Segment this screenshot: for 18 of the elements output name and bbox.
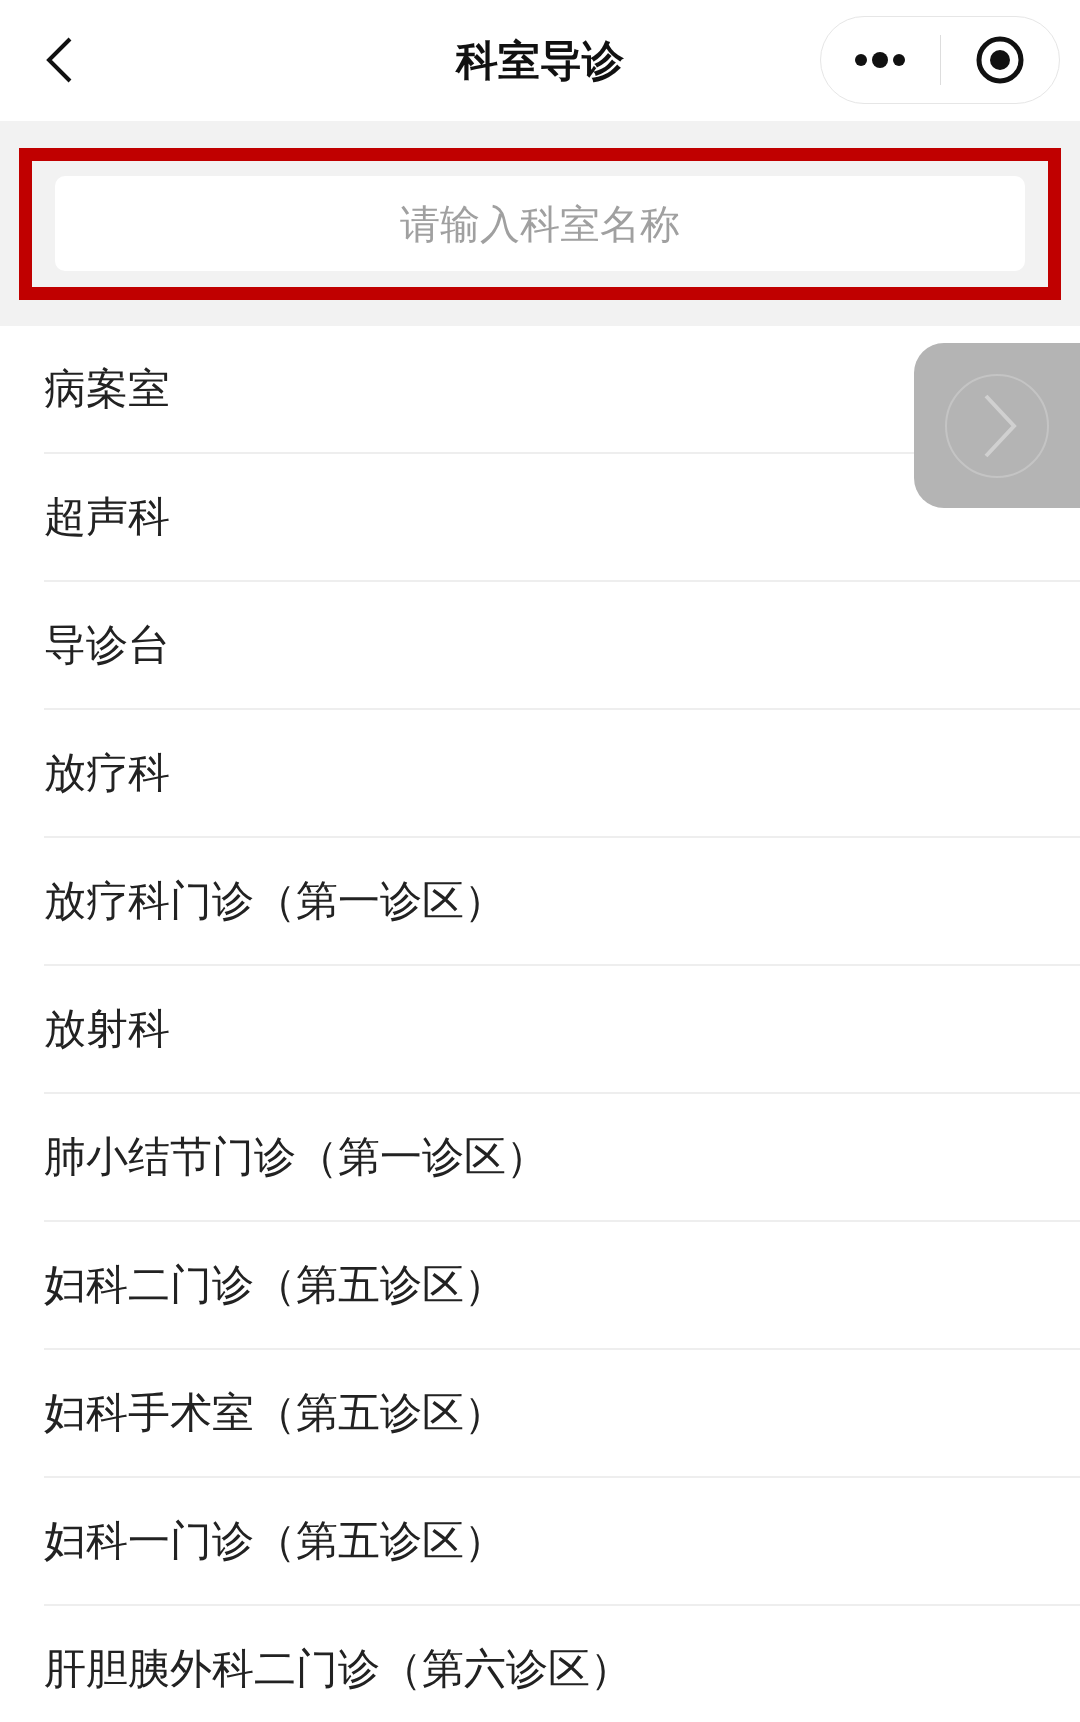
back-icon	[44, 36, 74, 84]
department-item[interactable]: 放射科	[44, 1001, 170, 1057]
target-icon	[974, 35, 1025, 85]
search-field[interactable]: 请输入科室名称	[55, 176, 1025, 271]
back-button[interactable]	[44, 36, 74, 84]
page-title: 科室导诊	[454, 34, 625, 87]
department-item[interactable]: 肺小结节门诊（第一诊区）	[44, 1129, 548, 1185]
department-item[interactable]: 妇科二门诊（第五诊区）	[44, 1257, 506, 1313]
department-item[interactable]: 导诊台	[44, 617, 170, 673]
department-item[interactable]: 妇科手术室（第五诊区）	[44, 1385, 506, 1441]
chevron-icon	[944, 372, 1050, 479]
department-item[interactable]: 病案室	[44, 361, 170, 417]
department-item[interactable]: 妇科一门诊（第五诊区）	[44, 1513, 506, 1569]
department-item[interactable]: 放疗科门诊（第一诊区）	[44, 873, 506, 929]
department-item[interactable]: 超声科	[44, 489, 170, 545]
more-icon	[854, 52, 907, 68]
department-item[interactable]: 肝胆胰外科二门诊（第六诊区）	[44, 1641, 632, 1697]
department-item[interactable]: 放疗科	[44, 745, 170, 801]
